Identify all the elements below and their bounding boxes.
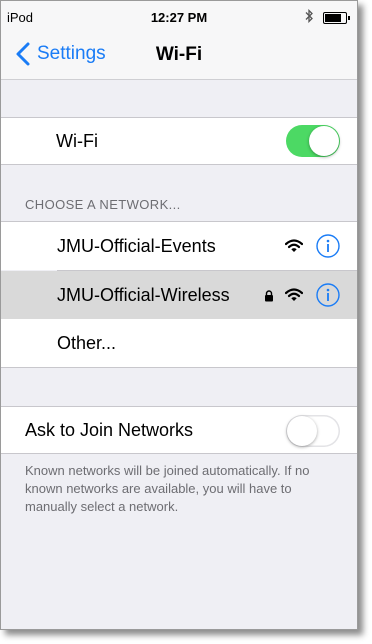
network-name: JMU-Official-Wireless	[57, 285, 230, 305]
navigation-bar: Settings Wi-Fi	[1, 31, 357, 80]
network-name: Other...	[57, 333, 117, 353]
network-row-jmu-official-wireless[interactable]: JMU-Official-Wireless	[1, 271, 357, 319]
wifi-toggle[interactable]	[286, 125, 340, 157]
info-icon[interactable]	[316, 234, 340, 258]
wifi-signal-icon	[285, 239, 303, 252]
network-row-other[interactable]: Other...	[1, 319, 357, 367]
bluetooth-icon	[304, 8, 314, 26]
network-row-jmu-official-events[interactable]: JMU-Official-Events	[1, 222, 357, 270]
wifi-signal-icon	[285, 288, 303, 301]
info-icon[interactable]	[316, 283, 340, 307]
network-name: JMU-Official-Events	[57, 236, 216, 256]
battery-icon	[323, 12, 350, 24]
page-title: Wi-Fi	[155, 44, 203, 65]
ask-to-join-toggle[interactable]	[286, 415, 340, 447]
ask-to-join-label: Ask to Join Networks	[25, 420, 194, 440]
wifi-toggle-row: Wi-Fi	[1, 117, 357, 165]
ask-to-join-row: Ask to Join Networks	[1, 406, 357, 454]
networks-section-header: CHOOSE A NETWORK...	[25, 197, 181, 212]
wifi-label: Wi-Fi	[56, 131, 98, 151]
ask-to-join-note: Known networks will be joined automatica…	[25, 463, 310, 514]
ios-screen: iPod 12:27 PM Settings Wi-Fi Wi-Fi CHOOS…	[0, 0, 358, 630]
lock-icon	[265, 290, 273, 302]
status-bar: iPod 12:27 PM	[1, 1, 357, 31]
